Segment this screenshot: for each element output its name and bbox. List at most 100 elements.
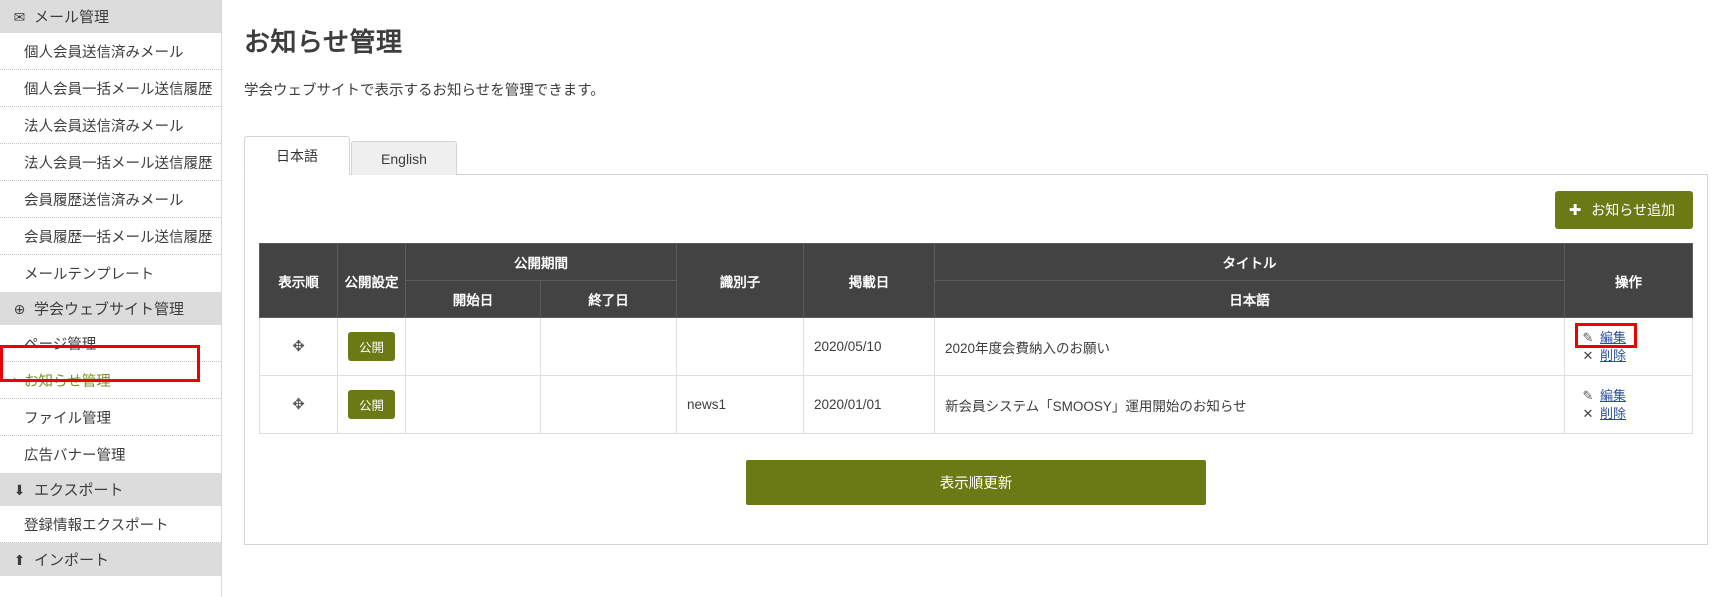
sidebar: ✉ メール管理 個人会員送信済みメール 個人会員一括メール送信履歴 法人会員送信… (0, 0, 222, 597)
cell-drag-handle[interactable]: ✥ (259, 317, 338, 376)
status-badge[interactable]: 公開 (348, 332, 395, 361)
edit-action[interactable]: ✎ 編集 (1581, 329, 1682, 346)
sidebar-group-website[interactable]: ⊕ 学会ウェブサイト管理 (0, 292, 221, 325)
cell-title: 新会員システム「SMOOSY」運用開始のお知らせ (934, 375, 1565, 434)
th-operation: 操作 (1564, 243, 1693, 318)
table-row: ✥ 公開 2020/05/10 2020年度会費納入のお願い ✎ 編集 ✕ 削除 (259, 317, 1693, 376)
th-title: タイトル (934, 243, 1565, 281)
sidebar-group-import[interactable]: ⬆ インポート (0, 543, 221, 576)
delete-link[interactable]: 削除 (1600, 347, 1626, 364)
th-identifier: 識別子 (676, 243, 804, 318)
sidebar-item-page-management[interactable]: ページ管理 (0, 325, 221, 362)
sidebar-item-bulk-mail-history-member-history[interactable]: 会員履歴一括メール送信履歴 (0, 218, 221, 255)
cell-publish-setting: 公開 (337, 375, 406, 434)
main-content: お知らせ管理 学会ウェブサイトで表示するお知らせを管理できます。 日本語 Eng… (222, 0, 1730, 597)
sidebar-item-notice-management[interactable]: › お知らせ管理 (0, 362, 221, 399)
drag-handle-icon[interactable]: ✥ (292, 397, 305, 412)
sidebar-item-label: ファイル管理 (24, 410, 111, 427)
plus-icon: ✚ (1568, 201, 1582, 219)
notice-table-body: ✥ 公開 2020/05/10 2020年度会費納入のお願い ✎ 編集 ✕ 削除… (259, 317, 1693, 434)
sidebar-item-file-management[interactable]: ファイル管理 (0, 399, 221, 436)
edit-action[interactable]: ✎ 編集 (1581, 387, 1682, 404)
drag-handle-icon[interactable]: ✥ (292, 339, 305, 354)
sidebar-item-label: 個人会員一括メール送信履歴 (24, 81, 213, 98)
sidebar-group-label: 学会ウェブサイト管理 (34, 301, 185, 318)
update-order-button[interactable]: 表示順更新 (746, 460, 1206, 505)
tab-japanese[interactable]: 日本語 (244, 136, 350, 175)
sidebar-item-label: ページ管理 (24, 336, 97, 353)
envelope-icon: ✉ (13, 8, 26, 25)
th-publish-setting: 公開設定 (337, 243, 406, 318)
sidebar-item-label: 会員履歴送信済みメール (24, 192, 184, 209)
sidebar-item-mail-template[interactable]: メールテンプレート (0, 255, 221, 292)
th-period-start: 開始日 (405, 280, 541, 318)
sidebar-group-label: メール管理 (34, 9, 110, 26)
cell-publish-setting: 公開 (337, 317, 406, 376)
sidebar-item-label: 広告バナー管理 (24, 448, 126, 464)
sidebar-group-label: エクスポート (34, 482, 124, 499)
table-header-row-2: 開始日 終了日 日本語 (260, 280, 1693, 318)
cell-drag-handle[interactable]: ✥ (259, 375, 338, 434)
sidebar-item-bulk-mail-history-corporate[interactable]: 法人会員一括メール送信履歴 (0, 144, 221, 181)
sidebar-item-label: 法人会員一括メール送信履歴 (24, 155, 213, 172)
sidebar-item-label: 登録情報エクスポート (24, 517, 169, 534)
globe-icon: ⊕ (13, 300, 26, 317)
admin-page: ✉ メール管理 個人会員送信済みメール 個人会員一括メール送信履歴 法人会員送信… (0, 0, 1730, 597)
sidebar-item-label: 法人会員送信済みメール (24, 118, 184, 135)
page-description: 学会ウェブサイトで表示するお知らせを管理できます。 (244, 83, 605, 99)
th-period: 公開期間 (405, 243, 677, 281)
sidebar-item-sent-mail-member-history[interactable]: 会員履歴送信済みメール (0, 181, 221, 218)
delete-link[interactable]: 削除 (1600, 405, 1626, 422)
close-icon: ✕ (1582, 348, 1594, 363)
download-icon: ⬇ (13, 481, 26, 498)
delete-action[interactable]: ✕ 削除 (1581, 405, 1682, 422)
panel-toolbar: ✚ お知らせ追加 (259, 189, 1693, 243)
cell-period-start (405, 375, 541, 434)
sidebar-item-label: 個人会員送信済みメール (24, 44, 184, 61)
delete-action[interactable]: ✕ 削除 (1581, 347, 1682, 364)
cell-operations: ✎ 編集 ✕ 削除 (1564, 375, 1693, 434)
sidebar-item-label: 会員履歴一括メール送信履歴 (24, 229, 213, 246)
pencil-icon: ✎ (1582, 388, 1594, 403)
sidebar-item-registration-export[interactable]: 登録情報エクスポート (0, 506, 221, 543)
cell-period-end (540, 375, 677, 434)
upload-icon: ⬆ (13, 551, 26, 568)
page-title: お知らせ管理 (244, 27, 403, 57)
sidebar-item-ad-banner-management[interactable]: 広告バナー管理 (0, 436, 221, 473)
cell-title: 2020年度会費納入のお願い (934, 317, 1565, 376)
cell-operations: ✎ 編集 ✕ 削除 (1564, 317, 1693, 376)
tab-english[interactable]: English (351, 141, 457, 175)
notice-table: 表示順 公開設定 公開期間 識別子 掲載日 タイトル 操作 開始日 終了日 日本… (259, 243, 1693, 434)
table-row: ✥ 公開 news1 2020/01/01 新会員システム「SMOOSY」運用開… (259, 375, 1693, 434)
sidebar-item-sent-mail-corporate[interactable]: 法人会員送信済みメール (0, 107, 221, 144)
th-order: 表示順 (259, 243, 338, 318)
sidebar-group-export[interactable]: ⬇ エクスポート (0, 473, 221, 506)
cell-post-date: 2020/01/01 (803, 375, 935, 434)
notice-table-head: 表示順 公開設定 公開期間 識別子 掲載日 タイトル 操作 開始日 終了日 日本… (259, 243, 1693, 318)
language-tabs: 日本語 English (244, 136, 1708, 175)
chevron-right-icon: › (13, 374, 17, 386)
sidebar-group-label: インポート (34, 552, 110, 569)
cell-identifier: news1 (676, 375, 804, 434)
sidebar-item-label: メールテンプレート (24, 267, 155, 283)
status-badge[interactable]: 公開 (348, 390, 395, 419)
sidebar-group-mail[interactable]: ✉ メール管理 (0, 0, 221, 33)
sidebar-item-label: お知らせ管理 (24, 373, 111, 390)
cell-identifier (676, 317, 804, 376)
sidebar-item-sent-mail-individual[interactable]: 個人会員送信済みメール (0, 33, 221, 70)
sidebar-item-bulk-mail-history-individual[interactable]: 個人会員一括メール送信履歴 (0, 70, 221, 107)
cell-period-end (540, 317, 677, 376)
cell-period-start (405, 317, 541, 376)
add-notice-label: お知らせ追加 (1591, 202, 1675, 218)
table-header-row-1: 表示順 公開設定 公開期間 識別子 掲載日 タイトル 操作 (259, 243, 1693, 318)
edit-link[interactable]: 編集 (1600, 387, 1626, 404)
th-title-language: 日本語 (934, 280, 1565, 318)
add-notice-button[interactable]: ✚ お知らせ追加 (1554, 191, 1693, 229)
cell-post-date: 2020/05/10 (803, 317, 935, 376)
th-post-date: 掲載日 (803, 243, 935, 318)
pencil-icon: ✎ (1582, 330, 1594, 345)
edit-link[interactable]: 編集 (1600, 329, 1626, 346)
close-icon: ✕ (1582, 406, 1594, 421)
notice-panel: ✚ お知らせ追加 表示順 公開設定 公開期間 識別子 掲載日 タイトル 操作 開… (244, 175, 1708, 545)
panel-footer: 表示順更新 (259, 434, 1693, 505)
